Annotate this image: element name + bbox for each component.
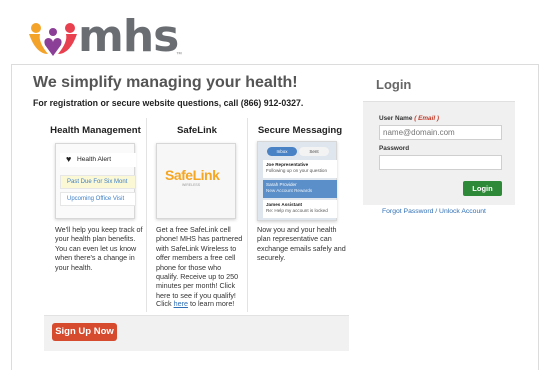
message-subject: Following up on your question — [266, 168, 328, 173]
tab-inbox: Inbox — [267, 147, 297, 156]
message-row: Sarah Provider New Account Rewards — [263, 180, 337, 198]
safelink-logo-sub: WIRELESS — [182, 183, 201, 187]
mhs-logo[interactable]: mhs ™ — [26, 12, 186, 62]
login-button[interactable]: Login — [463, 181, 502, 196]
page-headline: We simplify managing your health! — [33, 74, 298, 91]
login-title: Login — [376, 77, 412, 92]
contact-line: For registration or secure website quest… — [33, 98, 304, 108]
secure-messaging-description: Now you and your health plan representat… — [257, 225, 346, 263]
safelink-learn-more: Click here to learn more! — [156, 299, 246, 308]
brand-name: mhs — [78, 11, 179, 62]
tab-sent: Sent — [299, 147, 329, 156]
forgot-password-link[interactable]: Forgot Password / Unlock Account — [382, 208, 486, 215]
secure-messaging-title: Secure Messaging — [257, 125, 343, 136]
health-management-description: We'll help you keep track of your health… — [55, 225, 143, 272]
message-row: Joe Representative Following up on your … — [263, 160, 337, 178]
username-input[interactable] — [379, 125, 502, 140]
username-label: User Name ( Email ) — [379, 115, 439, 122]
health-alert-title: Health Alert — [77, 156, 112, 163]
health-management-title: Health Management — [50, 125, 141, 136]
column-divider — [247, 118, 248, 312]
learn-more-suffix: to learn more! — [187, 299, 235, 308]
message-row: James Assistant Re: Help my account is l… — [263, 200, 337, 218]
alert-row: Past Due For Six Mont — [60, 175, 136, 189]
learn-more-prefix: Click — [156, 299, 174, 308]
safelink-title: SafeLink — [177, 125, 217, 136]
health-alert-header: ♥ Health Alert — [60, 153, 136, 167]
column-divider — [146, 118, 147, 312]
learn-more-link[interactable]: here — [174, 299, 188, 308]
safelink-logo: SafeLink — [165, 167, 220, 183]
safelink-description: Get a free SafeLink cell phone! MHS has … — [156, 225, 243, 300]
password-input[interactable] — [379, 155, 502, 170]
sign-up-now-button[interactable]: Sign Up Now — [52, 323, 117, 341]
message-subject: Re: Help my account is locked — [266, 208, 328, 213]
family-icon — [29, 23, 77, 56]
alert-row: Upcoming Office Visit — [60, 192, 136, 206]
message-subject: New Account Rewards — [266, 188, 313, 193]
username-label-text: User Name — [379, 115, 413, 122]
trademark: ™ — [176, 52, 182, 58]
username-hint: ( Email ) — [414, 115, 440, 122]
heart-icon: ♥ — [66, 154, 72, 164]
password-label: Password — [379, 145, 410, 152]
